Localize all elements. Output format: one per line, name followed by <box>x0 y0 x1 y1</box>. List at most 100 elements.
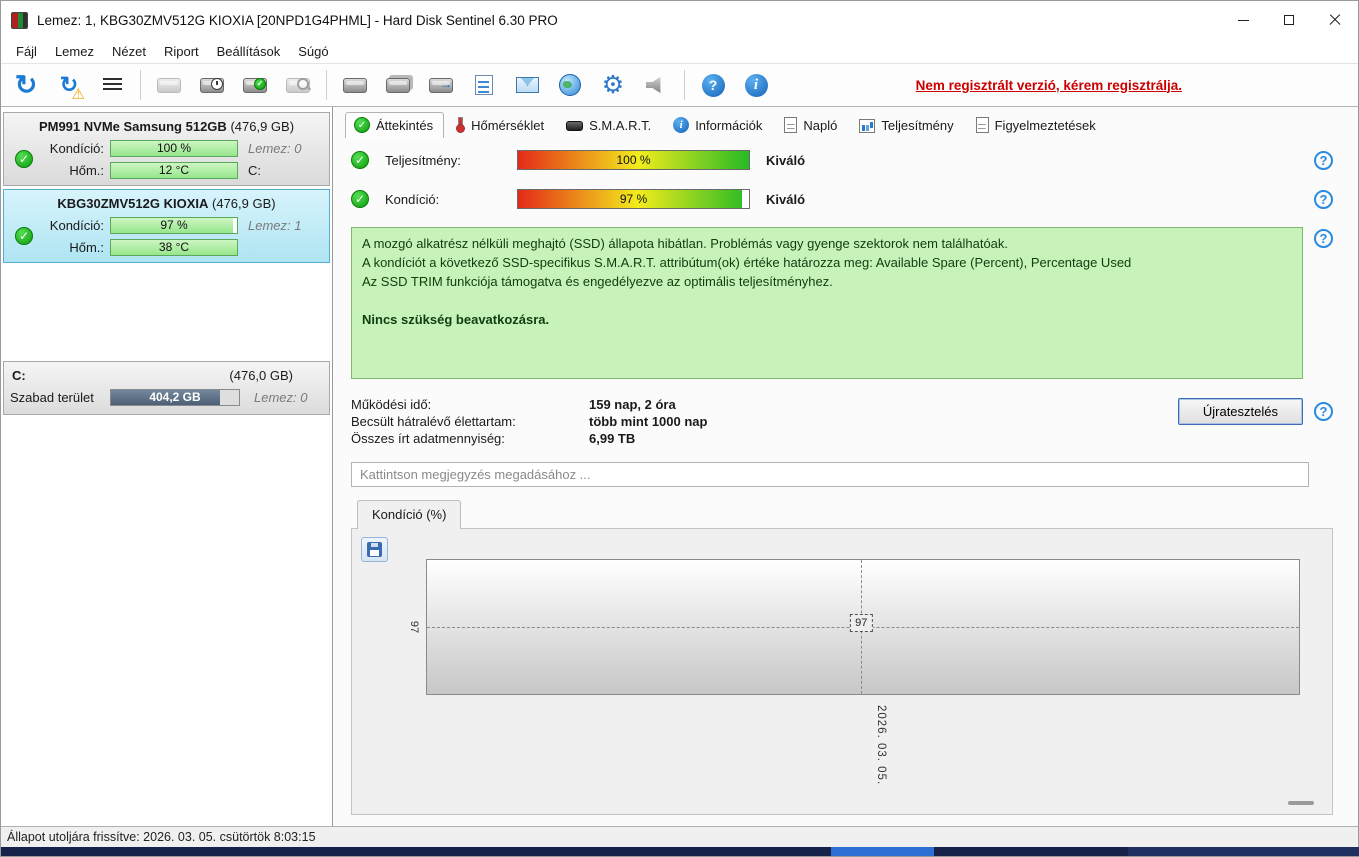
performance-bar: 100 % <box>517 150 750 170</box>
status-ok-icon <box>351 190 369 208</box>
minimize-button[interactable] <box>1220 1 1266 39</box>
disk-detect-button[interactable] <box>152 68 186 102</box>
disk-number: Lemez: 0 <box>248 140 302 156</box>
help-button[interactable] <box>696 68 730 102</box>
disk-surface-button[interactable] <box>338 68 372 102</box>
health-ok-icon <box>15 150 33 168</box>
settings-button[interactable] <box>596 68 630 102</box>
tab-label: S.M.A.R.T. <box>589 118 652 133</box>
disk-stack-button[interactable] <box>381 68 415 102</box>
menu-disk[interactable]: Lemez <box>46 42 103 61</box>
disk-item-1[interactable]: KBG30ZMV512G KIOXIA (476,9 GB) Kondíció:… <box>3 189 330 263</box>
menu-file[interactable]: Fájl <box>7 42 46 61</box>
network-button[interactable] <box>553 68 587 102</box>
stats-grid: Működési idő: 159 nap, 2 óra Becsült hát… <box>351 397 707 446</box>
network-globe-icon <box>559 74 581 96</box>
save-chart-button[interactable] <box>361 537 388 562</box>
tab-smart[interactable]: S.M.A.R.T. <box>557 113 662 138</box>
tab-bar: Áttekintés Hőmérséklet S.M.A.R.T. Inform… <box>333 107 1358 138</box>
condition-label: Kondíció: <box>385 191 440 207</box>
chart-tab-condition[interactable]: Kondíció (%) <box>357 500 462 529</box>
disk-backup-button[interactable] <box>424 68 458 102</box>
free-space-bar: 404,2 GB <box>110 389 240 406</box>
info-button[interactable] <box>739 68 773 102</box>
refresh-button[interactable] <box>9 68 43 102</box>
health-status-box: A mozgó alkatrész nélküli meghajtó (SSD)… <box>351 227 1303 379</box>
status-bar: Állapot utoljára frissítve: 2026. 03. 05… <box>1 826 1358 847</box>
taskbar-sliver <box>1 847 1359 856</box>
overview-panel: Teljesítmény: 100 % Kiváló Kondíció: 97 … <box>333 138 1358 826</box>
help-icon[interactable] <box>1314 150 1333 170</box>
condition-label: Kondíció: <box>49 140 104 156</box>
tab-alerts[interactable]: Figyelmeztetések <box>967 112 1107 138</box>
chart-plot-area: 97 97 <box>408 559 1300 695</box>
help-icon[interactable] <box>1314 229 1333 248</box>
taskbar-segment <box>831 847 934 856</box>
main-area: Áttekintés Hőmérséklet S.M.A.R.T. Inform… <box>333 107 1358 826</box>
disk-name: PM991 NVMe Samsung 512GB <box>38 119 227 134</box>
thermometer-icon <box>455 117 466 133</box>
refresh-warning-button[interactable] <box>52 68 86 102</box>
stat-value: több mint 1000 nap <box>589 414 708 429</box>
report-button[interactable] <box>95 68 129 102</box>
stat-value: 6,99 TB <box>589 431 636 446</box>
disk-schedule-button[interactable] <box>195 68 229 102</box>
health-ok-icon <box>15 227 33 245</box>
register-link[interactable]: Nem regisztrált verzió, kérem regisztrál… <box>916 78 1182 93</box>
tab-label: Teljesítmény <box>881 118 954 133</box>
disk-number: Lemez: 1 <box>248 217 302 233</box>
chart-y-axis-label: 97 <box>408 620 420 634</box>
toolbar-separator <box>326 70 327 100</box>
status-line: Az SSD TRIM funkciója támogatva és enged… <box>362 274 833 289</box>
condition-label: Kondíció: <box>49 217 104 233</box>
check-icon <box>354 117 370 133</box>
menu-view[interactable]: Nézet <box>103 42 155 61</box>
mail-button[interactable] <box>510 68 544 102</box>
maximize-button[interactable] <box>1266 1 1312 39</box>
condition-bar: 97 % <box>517 189 750 209</box>
warning-icon <box>72 87 85 102</box>
menu-help[interactable]: Súgó <box>289 42 337 61</box>
info-icon <box>673 117 690 133</box>
notes-button[interactable] <box>467 68 501 102</box>
tab-label: Hőmérséklet <box>471 117 545 133</box>
close-button[interactable] <box>1312 1 1358 39</box>
toolbar-separator <box>684 70 685 100</box>
help-icon[interactable] <box>1314 402 1333 421</box>
temperature-bar: 12 °C <box>110 161 238 179</box>
partition-item-c[interactable]: C: (476,0 GB) Szabad terület 404,2 GB Le… <box>3 361 330 415</box>
temperature-bar: 38 °C <box>110 238 238 256</box>
document-icon <box>784 117 798 133</box>
disk-item-0[interactable]: PM991 NVMe Samsung 512GB (476,9 GB) Kond… <box>3 112 330 186</box>
disk-search-button[interactable] <box>281 68 315 102</box>
toolbar-separator <box>140 70 141 100</box>
chart-point-label: 97 <box>850 614 873 632</box>
taskbar-segment <box>1128 847 1359 856</box>
tab-overview[interactable]: Áttekintés <box>345 112 445 138</box>
chart-x-axis-label: 2026. 03. 05. <box>874 705 887 786</box>
disk-accept-button[interactable] <box>238 68 272 102</box>
partition-size: (476,0 GB) <box>229 368 293 383</box>
condition-bar: 100 % <box>110 139 238 157</box>
tab-log[interactable]: Napló <box>775 112 848 138</box>
disk-icon <box>157 77 181 93</box>
sound-button[interactable] <box>639 68 673 102</box>
tab-information[interactable]: Információk <box>664 112 773 138</box>
menu-settings[interactable]: Beállítások <box>208 42 290 61</box>
status-line: A mozgó alkatrész nélküli meghajtó (SSD)… <box>362 236 1009 251</box>
close-icon <box>1329 14 1341 26</box>
disk-accept-icon <box>243 77 267 93</box>
minimize-icon <box>1237 19 1249 21</box>
tab-performance[interactable]: Teljesítmény <box>850 113 964 138</box>
help-icon[interactable] <box>1314 189 1333 209</box>
performance-label: Teljesítmény: <box>385 152 461 168</box>
menu-report[interactable]: Riport <box>155 42 208 61</box>
status-section: A mozgó alkatrész nélküli meghajtó (SSD)… <box>351 227 1333 379</box>
temperature-label: Hőm.: <box>69 239 104 255</box>
retest-button[interactable]: Újratesztelés <box>1177 398 1303 425</box>
comment-input[interactable]: Kattintson megjegyzés megadásához ... <box>351 462 1309 487</box>
stat-label: Becsült hátralévő élettartam: <box>351 414 516 429</box>
tab-temperature[interactable]: Hőmérséklet <box>446 112 555 138</box>
chart-scrollbar[interactable] <box>1288 801 1314 805</box>
disk-plain-icon <box>343 77 367 93</box>
